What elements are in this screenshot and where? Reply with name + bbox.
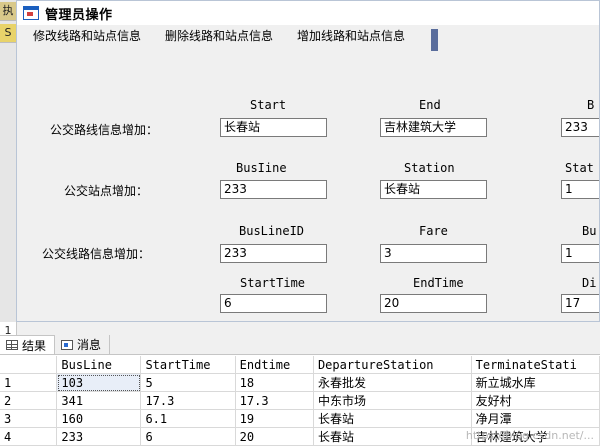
ide-tab-exec[interactable]: 执 — [0, 2, 16, 21]
bus-input-partial[interactable]: 1 — [561, 244, 599, 263]
direction-input-partial[interactable]: 17 — [561, 294, 599, 313]
row-number[interactable]: 3 — [0, 409, 58, 428]
starttime-header: StartTime — [240, 276, 306, 290]
busline-header: BusIine — [236, 161, 287, 175]
starttime-input[interactable]: 6 — [220, 294, 327, 313]
fare-input[interactable]: 3 — [380, 244, 487, 263]
end-header: End — [419, 98, 441, 112]
endtime-input[interactable]: 20 — [380, 294, 487, 313]
line-info-add-label: 公交线路信息增加： — [42, 247, 151, 261]
table-row: 1 103 5 18 永春批发 新立城水库 — [0, 373, 600, 392]
table-cell[interactable]: 6.1 — [140, 409, 236, 428]
background-window-fragment — [431, 29, 438, 51]
station-name-input[interactable]: 长春站 — [380, 180, 487, 199]
station-order-input-partial[interactable]: 1 — [561, 180, 599, 199]
fare-header: Fare — [419, 224, 448, 238]
table-cell[interactable]: 103 — [56, 373, 142, 392]
buslineid-input[interactable]: 233 — [220, 244, 327, 263]
row-number[interactable]: 2 — [0, 391, 58, 410]
table-cell[interactable]: 20 — [235, 427, 314, 446]
column-header-departure[interactable]: DepartureStation — [313, 356, 472, 374]
column-header-starttime[interactable]: StartTime — [140, 356, 236, 374]
menu-modify-route-station[interactable]: 修改线路和站点信息 — [23, 25, 151, 47]
table-cell[interactable]: 17.3 — [140, 391, 236, 410]
tab-messages-label: 消息 — [77, 338, 102, 352]
menu-delete-route-station[interactable]: 删除线路和站点信息 — [155, 25, 283, 47]
message-icon — [61, 339, 74, 350]
table-cell[interactable]: 友好村 — [471, 391, 600, 410]
column-header-terminate[interactable]: TerminateStati — [471, 356, 600, 374]
table-cell[interactable]: 中东市场 — [313, 391, 472, 410]
table-cell[interactable]: 233 — [56, 427, 142, 446]
buslineid-header: BusLineID — [239, 224, 305, 238]
start-header: Start — [250, 98, 287, 112]
column-header-rownum — [0, 356, 58, 374]
table-cell[interactable]: 长春站 — [313, 409, 472, 428]
table-cell[interactable]: 新立城水库 — [471, 373, 600, 392]
menu-add-route-station[interactable]: 增加线路和站点信息 — [287, 25, 415, 47]
table-cell[interactable]: 19 — [235, 409, 314, 428]
ide-tab-s[interactable]: S — [0, 24, 16, 43]
direction-header-partial: Di — [582, 276, 597, 290]
end-station-input[interactable]: 吉林建筑大学 — [380, 118, 487, 137]
row-number[interactable]: 4 — [0, 427, 58, 446]
table-cell[interactable]: 5 — [140, 373, 236, 392]
menu-bar: 修改线路和站点信息 删除线路和站点信息 增加线路和站点信息 — [17, 25, 599, 47]
app-window-icon — [23, 6, 39, 20]
table-row: 3 160 6.1 19 长春站 净月潭 — [0, 409, 600, 428]
busline-input-partial[interactable]: 233 — [561, 118, 599, 137]
table-row: 2 341 17.3 17.3 中东市场 友好村 — [0, 391, 600, 410]
table-cell[interactable]: 净月潭 — [471, 409, 600, 428]
station-order-header-partial: Stat — [565, 161, 594, 175]
endtime-header: EndTime — [413, 276, 464, 290]
column-header-endtime[interactable]: Endtime — [235, 356, 314, 374]
bus-header-partial: Bu — [582, 224, 597, 238]
results-tabs: 结果 消息 — [0, 335, 600, 355]
busline-header-partial: B — [587, 98, 595, 112]
start-station-input[interactable]: 长春站 — [220, 118, 327, 137]
table-cell[interactable]: 17.3 — [235, 391, 314, 410]
window-titlebar[interactable]: 管理员操作 — [17, 1, 599, 25]
admin-operations-window: 管理员操作 修改线路和站点信息 删除线路和站点信息 增加线路和站点信息 公交路线… — [16, 0, 600, 322]
table-cell[interactable]: 160 — [56, 409, 142, 428]
table-cell[interactable]: 341 — [56, 391, 142, 410]
ide-side-strip: 执 S 1 — [0, 0, 17, 341]
table-cell[interactable]: 6 — [140, 427, 236, 446]
table-cell[interactable]: 永春批发 — [313, 373, 472, 392]
route-add-label: 公交路线信息增加： — [50, 123, 159, 137]
table-cell[interactable]: 长春站 — [313, 427, 472, 446]
tab-results-label: 结果 — [22, 338, 47, 353]
tab-messages[interactable]: 消息 — [55, 335, 111, 354]
column-header-busline[interactable]: BusLine — [56, 356, 142, 374]
grid-icon — [6, 340, 18, 350]
watermark: https://blog.csdn.net/... — [465, 429, 594, 442]
station-busline-input[interactable]: 233 — [220, 180, 327, 199]
results-panel: 结果 消息 BusLine StartTime Endtime Departur… — [0, 335, 600, 446]
table-header-row: BusLine StartTime Endtime DepartureStati… — [0, 356, 600, 374]
station-add-label: 公交站点增加： — [64, 184, 149, 198]
row-number[interactable]: 1 — [0, 373, 58, 392]
window-title: 管理员操作 — [45, 7, 113, 23]
tab-results[interactable]: 结果 — [0, 335, 56, 354]
table-cell[interactable]: 18 — [235, 373, 314, 392]
station-header: Station — [404, 161, 455, 175]
